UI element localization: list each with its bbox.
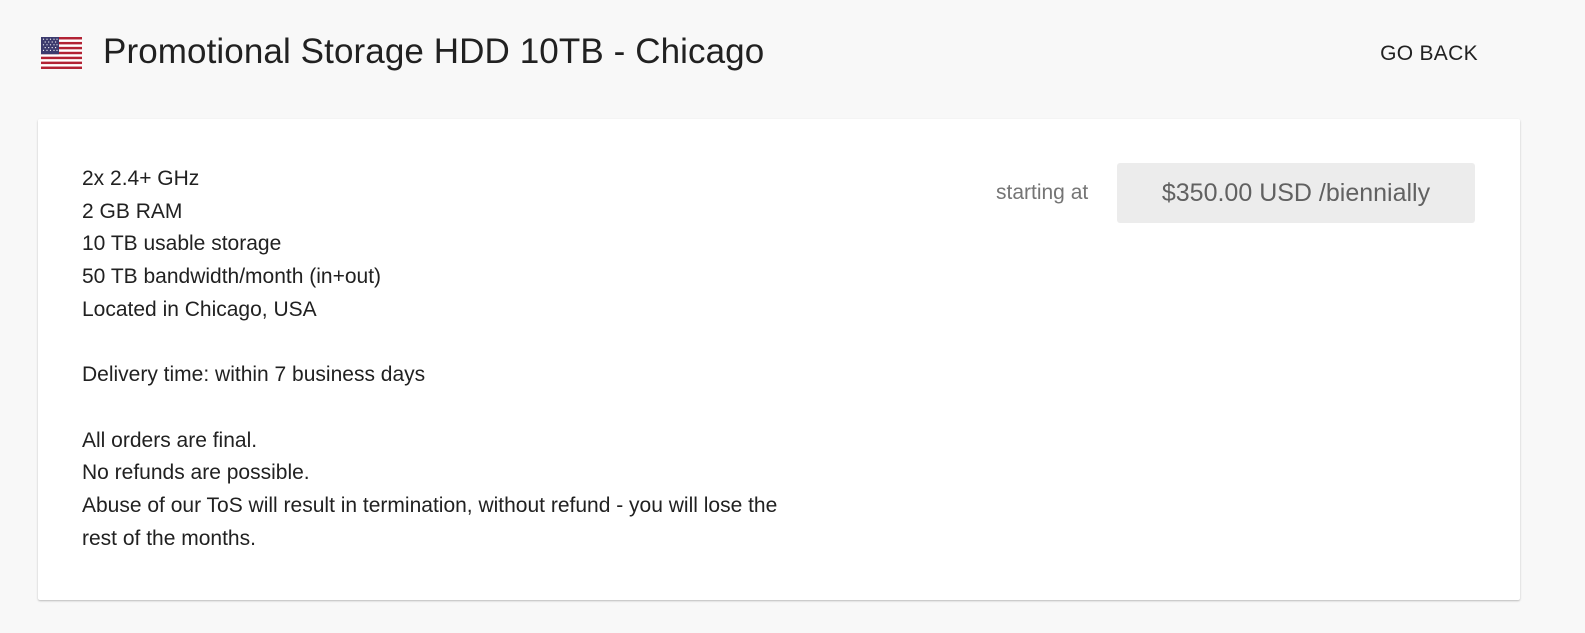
go-back-button[interactable]: GO BACK [1370, 36, 1488, 72]
spec-ram: 2 GB RAM [82, 199, 183, 223]
spec-location: Located in Chicago, USA [82, 297, 317, 321]
page-title: Promotional Storage HDD 10TB - Chicago [103, 32, 765, 71]
us-flag-icon [41, 37, 82, 69]
product-card: 2x 2.4+ GHz 2 GB RAM 10 TB usable storag… [38, 119, 1520, 600]
terms-no-refunds: No refunds are possible. [82, 461, 310, 485]
price-button[interactable]: $350.00 USD /biennially [1117, 163, 1475, 223]
spec-bandwidth: 50 TB bandwidth/month (in+out) [82, 265, 382, 289]
spec-cpu: 2x 2.4+ GHz [82, 167, 200, 190]
terms-final: All orders are final. [82, 428, 258, 452]
product-description: 2x 2.4+ GHz 2 GB RAM 10 TB usable storag… [82, 163, 782, 555]
delivery-time: Delivery time: within 7 business days [82, 363, 426, 387]
spec-storage: 10 TB usable storage [82, 232, 282, 256]
terms-abuse: Abuse of our ToS will result in terminat… [82, 494, 778, 550]
starting-at-label: starting at [996, 181, 1089, 204]
page-header: Promotional Storage HDD 10TB - Chicago G… [0, 0, 1585, 110]
